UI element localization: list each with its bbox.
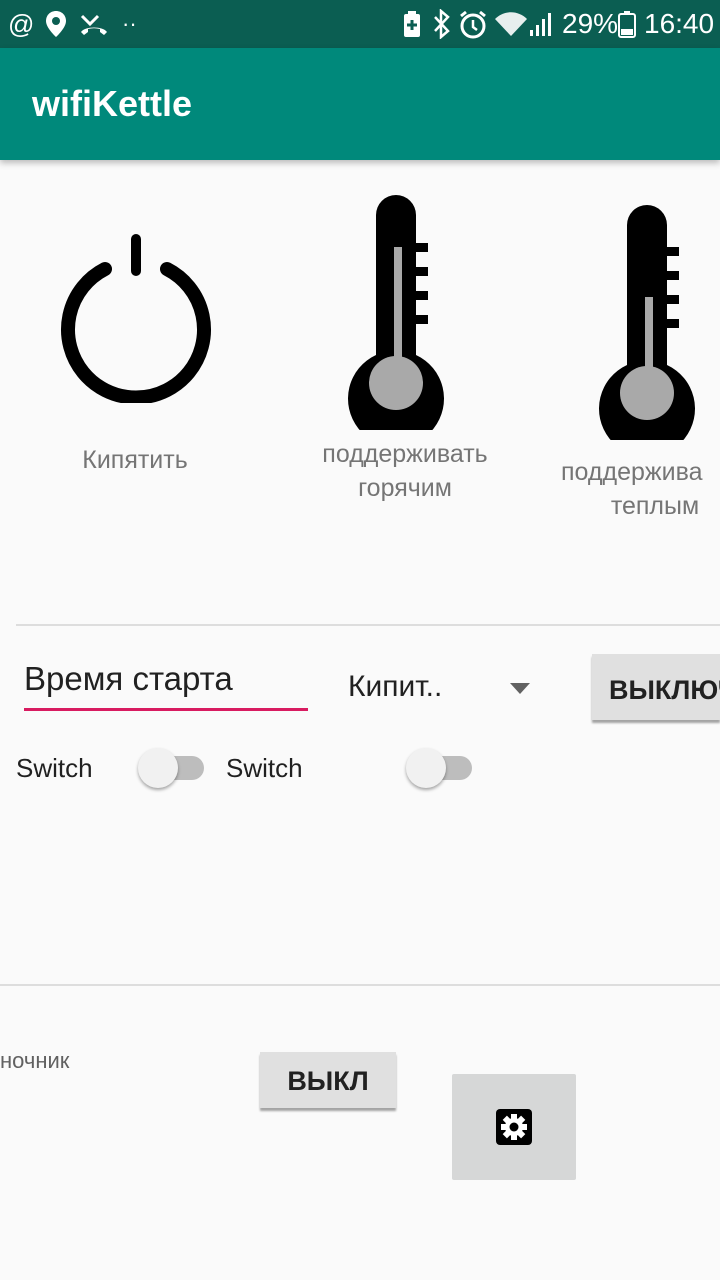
thermometer-hot-icon xyxy=(348,195,444,430)
start-time-field[interactable]: Время старта xyxy=(24,650,308,711)
app-bar: wifiKettle xyxy=(0,48,720,160)
mode-boil-label: Кипятить xyxy=(82,446,188,474)
start-time-placeholder: Время старта xyxy=(24,660,233,697)
thermometer-warm-icon xyxy=(599,205,695,440)
switch-1-thumb xyxy=(138,748,178,788)
switch-2[interactable] xyxy=(406,748,474,790)
at-sign-icon: @ xyxy=(8,9,35,39)
timer-off-button[interactable]: ВЫКЛЮЧ xyxy=(592,654,720,720)
mode-spinner-value: Кипит.. xyxy=(348,670,443,703)
mode-keep-warm-label-line1: поддержива xyxy=(561,458,703,486)
alarm-icon xyxy=(460,10,486,39)
mode-keep-hot-label-line2: горячим xyxy=(358,474,452,502)
bluetooth-icon xyxy=(434,9,450,39)
mode-keep-warm[interactable]: поддержива теплым xyxy=(555,205,720,525)
battery-icon xyxy=(618,11,636,38)
switch-2-label: Switch xyxy=(226,753,303,783)
settings-button[interactable] xyxy=(452,1074,576,1180)
divider xyxy=(16,624,720,626)
mode-boil[interactable]: Кипятить xyxy=(50,225,220,480)
mode-spinner[interactable]: Кипит.. xyxy=(348,660,538,710)
divider xyxy=(0,984,720,986)
timer-off-button-label: ВЫКЛЮЧ xyxy=(609,675,720,705)
nightlight-label: ночник xyxy=(0,1048,70,1073)
mode-keep-hot[interactable]: поддерживать горячим xyxy=(305,195,515,505)
nightlight-off-button[interactable]: ВЫКЛ xyxy=(260,1052,396,1108)
status-time: 16:40 xyxy=(644,8,715,39)
more-dots-icon: ·· xyxy=(122,11,137,36)
wifi-icon xyxy=(495,12,527,36)
dropdown-arrow-icon xyxy=(510,683,530,694)
switch-1[interactable] xyxy=(138,748,206,790)
gear-icon xyxy=(496,1109,532,1145)
status-bar: @ ·· 29% 16:40 xyxy=(0,0,720,48)
app-title: wifiKettle xyxy=(32,83,193,124)
mode-keep-warm-label-line2: теплым xyxy=(610,492,700,520)
signal-icon xyxy=(530,13,551,36)
nightlight-off-button-label: ВЫКЛ xyxy=(287,1066,369,1096)
battery-percent: 29% xyxy=(562,8,619,39)
switch-2-thumb xyxy=(406,748,446,788)
missed-call-icon xyxy=(80,14,107,35)
battery-saver-icon xyxy=(404,11,420,37)
power-icon xyxy=(61,234,211,403)
location-pin-icon xyxy=(46,11,66,37)
switch-1-label: Switch xyxy=(16,753,93,783)
mode-keep-hot-label-line1: поддерживать xyxy=(322,440,488,468)
